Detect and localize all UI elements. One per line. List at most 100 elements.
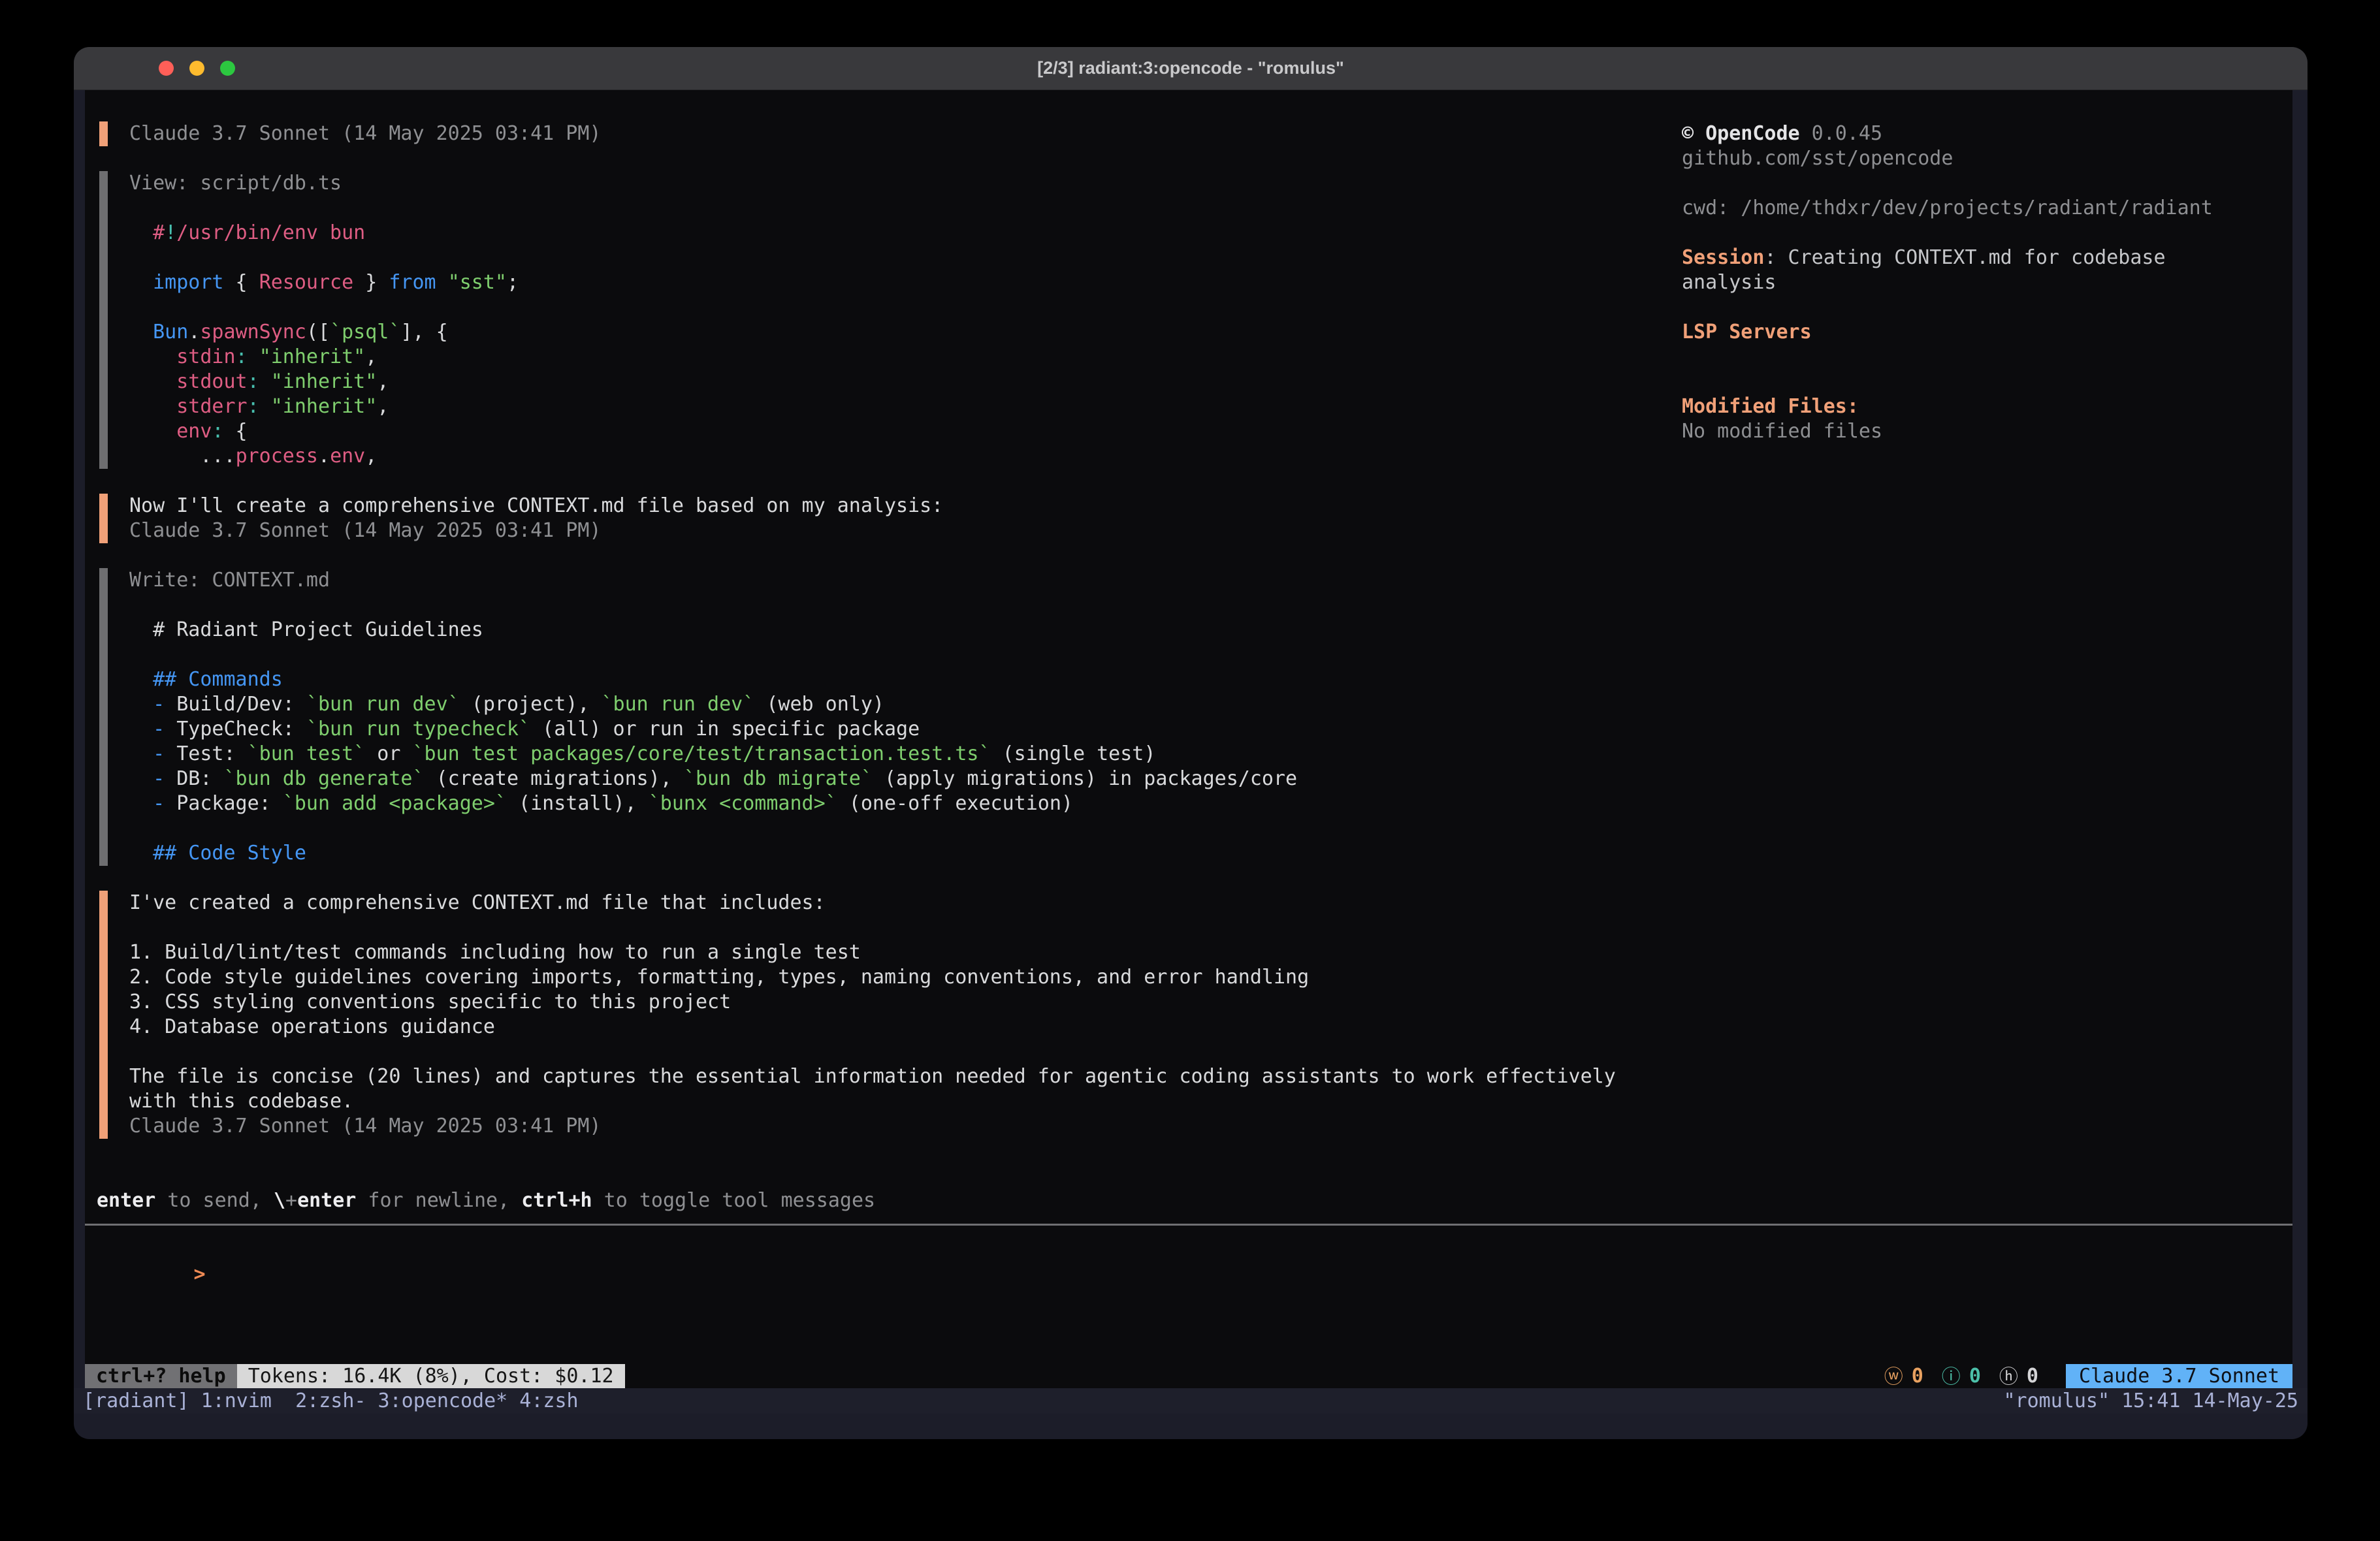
text-segment: process (236, 445, 318, 468)
text-segment: import (153, 271, 223, 294)
text-segment: `bun test packages/core/test/transaction… (413, 742, 991, 765)
text-segment: with this codebase. (129, 1090, 353, 1113)
diagnostic-hint: ⓗ0 (1999, 1364, 2038, 1389)
text-segment: (install), (507, 792, 649, 815)
text-segment: { (224, 420, 248, 443)
text-segment (129, 321, 153, 343)
text-segment: ## Code Style (153, 842, 306, 865)
text-segment: (web only) (754, 693, 884, 716)
text-segment (129, 420, 176, 443)
terminal-content: Claude 3.7 Sonnet (14 May 2025 03:41 PM)… (85, 90, 2292, 1388)
text-segment: Claude 3.7 Sonnet (14 May 2025 03:41 PM) (129, 519, 601, 542)
text-segment: - (153, 693, 165, 716)
text-segment: Package: (165, 792, 283, 815)
tokens-cost-badge: Tokens: 16.4K (8%), Cost: $0.12 (237, 1364, 625, 1388)
text-segment: { (224, 271, 259, 294)
chat-line: The file is concise (20 lines) and captu… (129, 1064, 2292, 1089)
text-segment: (create migrations), (425, 767, 684, 790)
tmux-status-bar: [radiant] 1:nvim 2:zsh- 3:opencode* 4:zs… (74, 1388, 2308, 1414)
text-segment: 4. Database operations guidance (129, 1015, 495, 1038)
cwd-line: cwd: /home/thdxr/dev/projects/radiant/ra… (1682, 196, 2292, 221)
tmux-window-list[interactable]: [radiant] 1:nvim 2:zsh- 3:opencode* 4:zs… (83, 1390, 579, 1412)
message-block-assistant-1: Now I'll create a comprehensive CONTEXT.… (99, 494, 2292, 543)
text-segment (129, 742, 153, 765)
chat-line: ## Commands (129, 667, 2292, 692)
text-segment (259, 370, 271, 393)
chat-line: Write: CONTEXT.md (129, 568, 2292, 593)
text-segment: Now I'll create a comprehensive CONTEXT.… (129, 494, 943, 517)
text-segment (129, 718, 153, 740)
modified-files-value: No modified files (1682, 419, 2292, 444)
message-block-tool-write: Write: CONTEXT.md # Radiant Project Guid… (99, 568, 2292, 866)
text-segment: . (188, 321, 200, 343)
repo-link: github.com/sst/opencode (1682, 146, 2292, 171)
text-segment: ! (165, 221, 176, 244)
chat-line: - TypeCheck: `bun run typecheck` (all) o… (129, 717, 2292, 742)
text-segment: "sst" (448, 271, 507, 294)
model-badge[interactable]: Claude 3.7 Sonnet (2066, 1364, 2292, 1388)
text-segment: View: script/db.ts (129, 172, 342, 195)
chat-line (129, 643, 2292, 667)
app-logo: © OpenCode 0.0.45 (1682, 121, 2292, 146)
warning-icon: ⓦ (1884, 1364, 1903, 1389)
session-label: Session (1682, 246, 1764, 269)
text-segment: : (236, 345, 248, 368)
text-segment: `bun run typecheck` (306, 718, 530, 740)
text-segment: Build/Dev: (165, 693, 306, 716)
chat-line: with this codebase. (129, 1089, 2292, 1114)
text-segment: - (153, 742, 165, 765)
text-segment: env (330, 445, 365, 468)
text-segment: `bun run dev` (602, 693, 755, 716)
diagnostic-count: 0 (1969, 1364, 1981, 1389)
chat-line: 4. Database operations guidance (129, 1015, 2292, 1040)
text-segment (436, 271, 448, 294)
text-segment: `bunx <command>` (649, 792, 837, 815)
help-badge[interactable]: ctrl+? help (85, 1364, 237, 1388)
window-bottom-padding (74, 1414, 2308, 1439)
text-segment (129, 345, 176, 368)
text-segment: Resource (259, 271, 354, 294)
text-segment (129, 221, 153, 244)
modified-files-label: Modified Files: (1682, 394, 2292, 419)
text-segment: "inherit" (271, 370, 378, 393)
text-segment: enter (97, 1189, 155, 1212)
text-segment: - (153, 767, 165, 790)
text-segment: (all) or run in specific package (530, 718, 920, 740)
text-segment: stderr (176, 395, 247, 418)
text-segment (248, 345, 259, 368)
text-segment: "inherit" (271, 395, 378, 418)
session-line: Session: Creating CONTEXT.md for codebas… (1682, 246, 2217, 295)
minimize-button[interactable] (189, 61, 204, 76)
text-segment (259, 395, 271, 418)
chat-line (129, 915, 2292, 940)
message-block-assistant-2: I've created a comprehensive CONTEXT.md … (99, 891, 2292, 1139)
text-segment (129, 395, 176, 418)
text-segment: 3. CSS styling conventions specific to t… (129, 991, 731, 1013)
chat-line: - Package: `bun add <package>` (install)… (129, 791, 2292, 816)
text-segment: `psql` (330, 321, 400, 343)
text-segment (129, 370, 176, 393)
text-segment (129, 668, 153, 691)
prompt-input[interactable]: > (99, 1237, 2292, 1262)
status-bar: ctrl+? help Tokens: 16.4K (8%), Cost: $0… (85, 1364, 2292, 1388)
chat-line: # Radiant Project Guidelines (129, 618, 2292, 643)
text-segment: , (365, 345, 377, 368)
text-segment: Claude 3.7 Sonnet (14 May 2025 03:41 PM) (129, 122, 601, 145)
text-segment: # (153, 221, 165, 244)
opencode-screen: Claude 3.7 Sonnet (14 May 2025 03:41 PM)… (85, 90, 2292, 1388)
diagnostic-count: 0 (2027, 1364, 2038, 1389)
text-segment: , (365, 445, 377, 468)
text-segment (129, 767, 153, 790)
tmux-host-clock: "romulus" 15:41 14-May-25 (2003, 1390, 2298, 1412)
zoom-button[interactable] (220, 61, 235, 76)
text-segment: Bun (153, 321, 188, 343)
chat-line: Claude 3.7 Sonnet (14 May 2025 03:41 PM) (129, 518, 2292, 543)
text-segment: enter (297, 1189, 356, 1212)
info-icon: ⓘ (1942, 1364, 1961, 1389)
text-segment: : (248, 370, 259, 393)
text-segment: `bun test` (248, 742, 366, 765)
text-segment: ; (507, 271, 519, 294)
text-segment: - (153, 792, 165, 815)
text-segment: `bun db migrate` (684, 767, 873, 790)
close-button[interactable] (159, 61, 174, 76)
